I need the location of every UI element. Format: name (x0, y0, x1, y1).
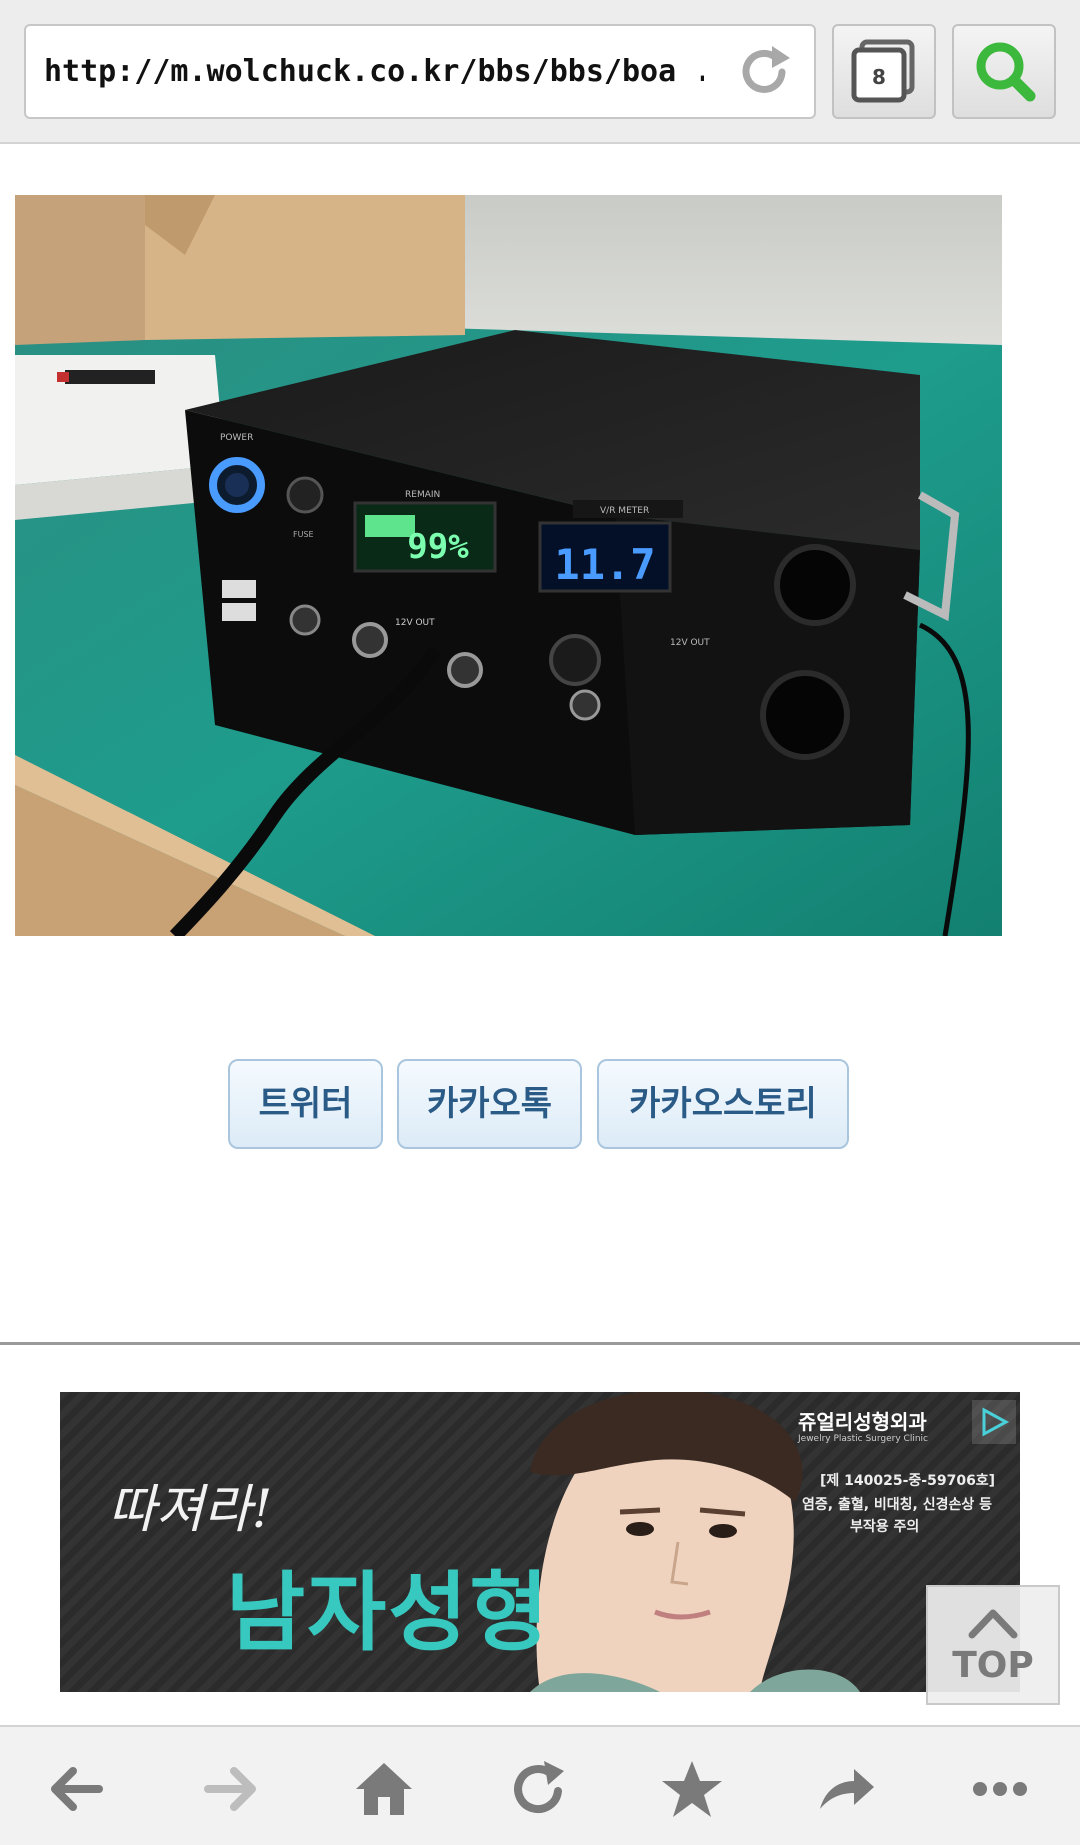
browser-navigation-bar (0, 1725, 1080, 1845)
tabs-button[interactable]: 8 (832, 24, 936, 119)
photo-image: POWER FUSE 99% REMAIN 11.7 V/R METER 12V… (15, 195, 1002, 936)
share-buttons: 트위터 카카오톡 카카오스토리 (0, 1059, 1080, 1149)
tab-count: 8 (872, 65, 886, 89)
back-arrow-icon[interactable] (45, 1757, 109, 1821)
browser-toolbar: http://m.wolchuck.co.kr/bbs/bbs/boa ... … (0, 0, 1080, 144)
home-icon[interactable] (352, 1757, 416, 1821)
address-bar[interactable]: http://m.wolchuck.co.kr/bbs/bbs/boa ... (24, 24, 816, 119)
share-twitter-button[interactable]: 트위터 (228, 1059, 383, 1149)
tabs-icon: 8 (851, 39, 915, 103)
reload-icon[interactable] (732, 40, 796, 104)
battery-percent: 99% (407, 527, 469, 567)
share-kakaostory-button[interactable]: 카카오스토리 (597, 1059, 849, 1149)
more-icon[interactable] (968, 1757, 1032, 1821)
voltmeter-label: V/R METER (600, 506, 649, 516)
section-divider (0, 1342, 1080, 1345)
side-out-label: 12V OUT (670, 638, 710, 648)
ad-slogan: 따져라! (108, 1480, 273, 1540)
scroll-top-label: TOP (952, 1645, 1034, 1686)
ad-notice-line: [제 140025-중-59706호] (820, 1473, 996, 1489)
out-label: 12V OUT (395, 618, 435, 628)
forward-arrow-icon[interactable] (198, 1757, 262, 1821)
ad-notice-line: 부작용 주의 (850, 1519, 920, 1535)
ad-brand-subtitle: Jewelry Plastic Surgery Clinic (798, 1434, 928, 1444)
refresh-icon[interactable] (506, 1757, 570, 1821)
share-icon[interactable] (814, 1757, 878, 1821)
search-button[interactable] (952, 24, 1056, 119)
scroll-top-button[interactable]: TOP (926, 1585, 1060, 1705)
power-label: POWER (220, 433, 253, 443)
star-icon[interactable] (660, 1757, 724, 1821)
search-icon (976, 42, 1036, 102)
article-photo: POWER FUSE 99% REMAIN 11.7 V/R METER 12V… (15, 195, 1002, 936)
ad-headline: 남자성형 (226, 1563, 551, 1663)
remain-label: REMAIN (405, 490, 440, 500)
voltage-readout: 11.7 (554, 540, 655, 589)
ad-brand: 쥬얼리성형외과 (798, 1410, 927, 1434)
ad-info-icon[interactable] (972, 1400, 1016, 1444)
ad-banner[interactable]: 따져라! 남자성형 쥬얼리성형외과 Jewelry Plastic Surger… (60, 1392, 1020, 1692)
ad-notice-line: 염증, 출혈, 비대칭, 신경손상 등 (802, 1497, 993, 1513)
share-kakaotalk-button[interactable]: 카카오톡 (397, 1059, 582, 1149)
url-text[interactable]: http://m.wolchuck.co.kr/bbs/bbs/boa ... (44, 54, 704, 89)
chevron-up-icon (968, 1609, 1018, 1639)
fuse-label: FUSE (293, 530, 314, 539)
